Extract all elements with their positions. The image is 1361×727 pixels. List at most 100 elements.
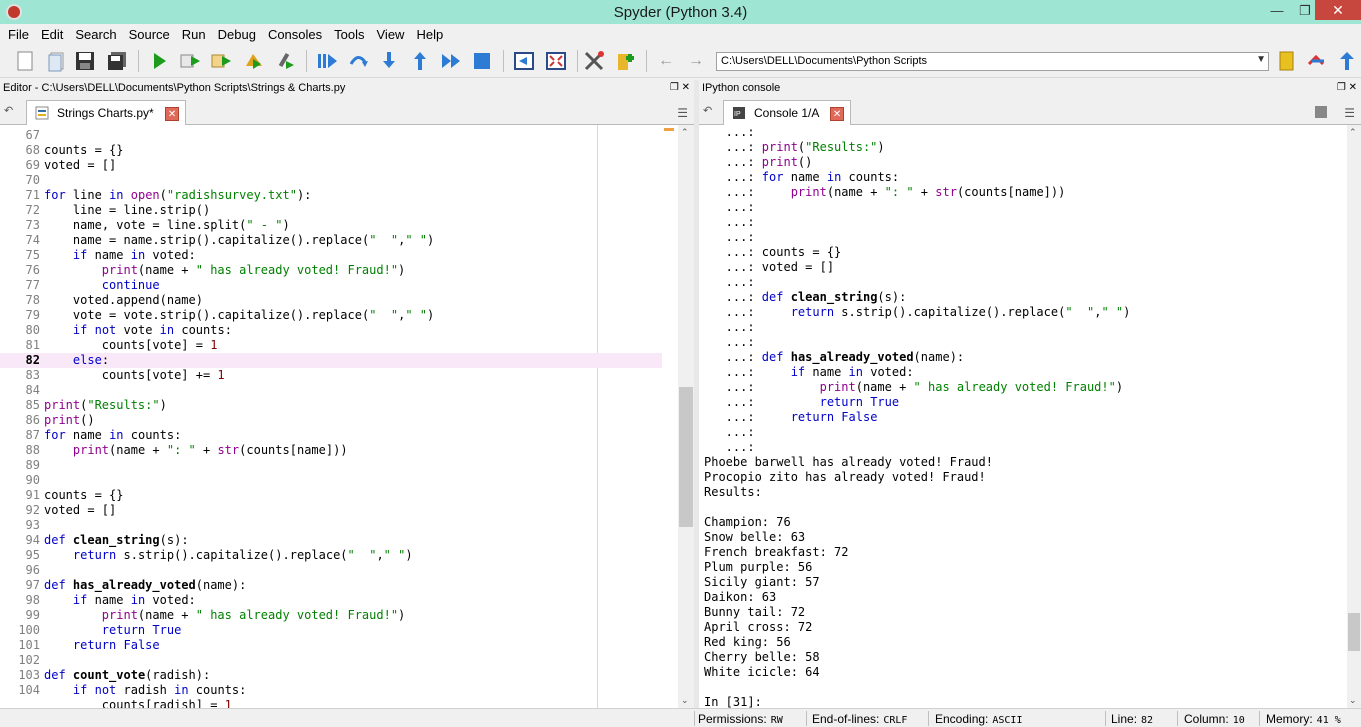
- code-line[interactable]: 90: [0, 473, 662, 488]
- code-line[interactable]: 98 if name in voted:: [0, 593, 662, 608]
- pane-undock-close-icons[interactable]: ❐ ✕: [1337, 82, 1357, 93]
- code-line[interactable]: 75 if name in voted:: [0, 248, 662, 263]
- step-into-icon[interactable]: [378, 50, 400, 72]
- code-line[interactable]: 87 for name in counts:: [0, 428, 662, 443]
- browse-folder-icon[interactable]: [1276, 50, 1298, 72]
- menu-source[interactable]: Source: [123, 27, 176, 42]
- step-return-icon[interactable]: [409, 50, 431, 72]
- close-button[interactable]: ✕: [1315, 0, 1361, 20]
- debug-icon[interactable]: [274, 50, 296, 72]
- code-line[interactable]: 69 voted = []: [0, 158, 662, 173]
- menu-run[interactable]: Run: [176, 27, 212, 42]
- scroll-up-icon[interactable]: ⌃: [1349, 127, 1357, 138]
- code-line[interactable]: 78 voted.append(name): [0, 293, 662, 308]
- code-line[interactable]: 103 def count_vote(radish):: [0, 668, 662, 683]
- parent-dir-icon[interactable]: [1336, 50, 1358, 72]
- python-path-icon[interactable]: [614, 50, 636, 72]
- console-scrollbar[interactable]: ⌃ ⌄: [1347, 125, 1361, 708]
- menu-consoles[interactable]: Consoles: [262, 27, 328, 42]
- tab-console-1a[interactable]: IP Console 1/A ✕: [723, 100, 852, 125]
- code-line[interactable]: 81 counts[vote] = 1: [0, 338, 662, 353]
- code-line[interactable]: 93: [0, 518, 662, 533]
- code-line[interactable]: 102: [0, 653, 662, 668]
- new-file-icon[interactable]: [14, 50, 36, 72]
- code-line[interactable]: 72 line = line.strip(): [0, 203, 662, 218]
- code-line[interactable]: 83 counts[vote] += 1: [0, 368, 662, 383]
- code-line[interactable]: 82 else:: [0, 353, 662, 368]
- code-line[interactable]: 99 print(name + " has already voted! Fra…: [0, 608, 662, 623]
- browse-tabs-icon[interactable]: ↶: [4, 104, 13, 117]
- code-line[interactable]: 79 vote = vote.strip().capitalize().repl…: [0, 308, 662, 323]
- code-line[interactable]: 67: [0, 128, 662, 143]
- close-tab-icon[interactable]: ✕: [830, 106, 845, 121]
- forward-arrow-icon[interactable]: →: [688, 50, 710, 72]
- minimize-button[interactable]: —: [1264, 2, 1290, 20]
- continue-icon[interactable]: [440, 50, 462, 72]
- menu-help[interactable]: Help: [410, 27, 449, 42]
- editor-scrollbar[interactable]: ⌃ ⌄: [678, 125, 694, 708]
- code-line[interactable]: 88 print(name + ": " + str(counts[name])…: [0, 443, 662, 458]
- code-editor[interactable]: 67 68 counts = {} 69 voted = [] 70 71 for line …: [0, 125, 678, 708]
- tab-strings-charts[interactable]: Strings Charts.py* ✕: [26, 100, 187, 125]
- run-icon[interactable]: [148, 50, 170, 72]
- maximize-pane-icon[interactable]: [513, 50, 535, 72]
- scroll-up-icon[interactable]: ⌃: [681, 127, 689, 138]
- set-working-dir-icon[interactable]: [1306, 50, 1328, 72]
- code-line[interactable]: 94 def clean_string(s):: [0, 533, 662, 548]
- menu-view[interactable]: View: [371, 27, 411, 42]
- code-line[interactable]: 101 return False: [0, 638, 662, 653]
- ipython-console-output[interactable]: ...: ...: print("Results:") ...: print()…: [699, 125, 1347, 708]
- scroll-thumb[interactable]: [679, 387, 693, 527]
- run-again-icon[interactable]: [210, 50, 232, 72]
- code-line[interactable]: 86 print(): [0, 413, 662, 428]
- code-line[interactable]: 71 for line in open("radishsurvey.txt"):: [0, 188, 662, 203]
- scroll-thumb[interactable]: [1348, 613, 1360, 651]
- code-line[interactable]: 70: [0, 173, 662, 188]
- run-config-icon[interactable]: [179, 50, 201, 72]
- console-line: ...:: [704, 440, 755, 454]
- menu-debug[interactable]: Debug: [212, 27, 262, 42]
- scroll-down-icon[interactable]: ⌄: [1349, 695, 1357, 706]
- code-line[interactable]: 68 counts = {}: [0, 143, 662, 158]
- code-line[interactable]: 77 continue: [0, 278, 662, 293]
- code-line[interactable]: 76 print(name + " has already voted! Fra…: [0, 263, 662, 278]
- code-line[interactable]: counts[radish] = 1: [0, 698, 662, 708]
- chevron-down-icon[interactable]: ▼: [1256, 54, 1266, 65]
- preferences-icon[interactable]: [583, 50, 605, 72]
- code-line[interactable]: 95 return s.strip().capitalize().replace…: [0, 548, 662, 563]
- code-line[interactable]: 104 if not radish in counts:: [0, 683, 662, 698]
- fullscreen-icon[interactable]: [545, 50, 567, 72]
- step-icon[interactable]: [347, 50, 369, 72]
- stop-kernel-icon[interactable]: [1315, 106, 1327, 118]
- options-menu-icon[interactable]: ☰: [677, 106, 688, 120]
- pane-undock-close-icons[interactable]: ❐ ✕: [670, 82, 690, 93]
- code-line[interactable]: 73 name, vote = line.split(" - "): [0, 218, 662, 233]
- code-line[interactable]: 92 voted = []: [0, 503, 662, 518]
- browse-tabs-icon[interactable]: ↶: [703, 104, 712, 117]
- code-line[interactable]: 91 counts = {}: [0, 488, 662, 503]
- open-file-icon[interactable]: [46, 50, 68, 72]
- menu-edit[interactable]: Edit: [35, 27, 69, 42]
- debug-continue-icon[interactable]: [316, 50, 338, 72]
- menu-file[interactable]: File: [2, 27, 35, 42]
- stop-icon[interactable]: [471, 50, 493, 72]
- save-all-icon[interactable]: [106, 50, 128, 72]
- close-tab-icon[interactable]: ✕: [165, 106, 180, 121]
- code-line[interactable]: 89: [0, 458, 662, 473]
- line-number: 75: [25, 248, 40, 262]
- back-arrow-icon[interactable]: ←: [658, 50, 680, 72]
- scroll-down-icon[interactable]: ⌄: [681, 695, 689, 706]
- save-icon[interactable]: [74, 50, 96, 72]
- code-line[interactable]: 97 def has_already_voted(name):: [0, 578, 662, 593]
- menu-tools[interactable]: Tools: [328, 27, 370, 42]
- code-line[interactable]: 74 name = name.strip().capitalize().repl…: [0, 233, 662, 248]
- code-line[interactable]: 85 print("Results:"): [0, 398, 662, 413]
- code-line[interactable]: 84: [0, 383, 662, 398]
- code-line[interactable]: 96: [0, 563, 662, 578]
- options-menu-icon[interactable]: ☰: [1344, 106, 1355, 120]
- menu-search[interactable]: Search: [69, 27, 122, 42]
- working-directory-combobox[interactable]: C:\Users\DELL\Documents\Python Scripts ▼: [716, 52, 1269, 71]
- code-line[interactable]: 80 if not vote in counts:: [0, 323, 662, 338]
- run-selection-icon[interactable]: [243, 50, 265, 72]
- code-line[interactable]: 100 return True: [0, 623, 662, 638]
